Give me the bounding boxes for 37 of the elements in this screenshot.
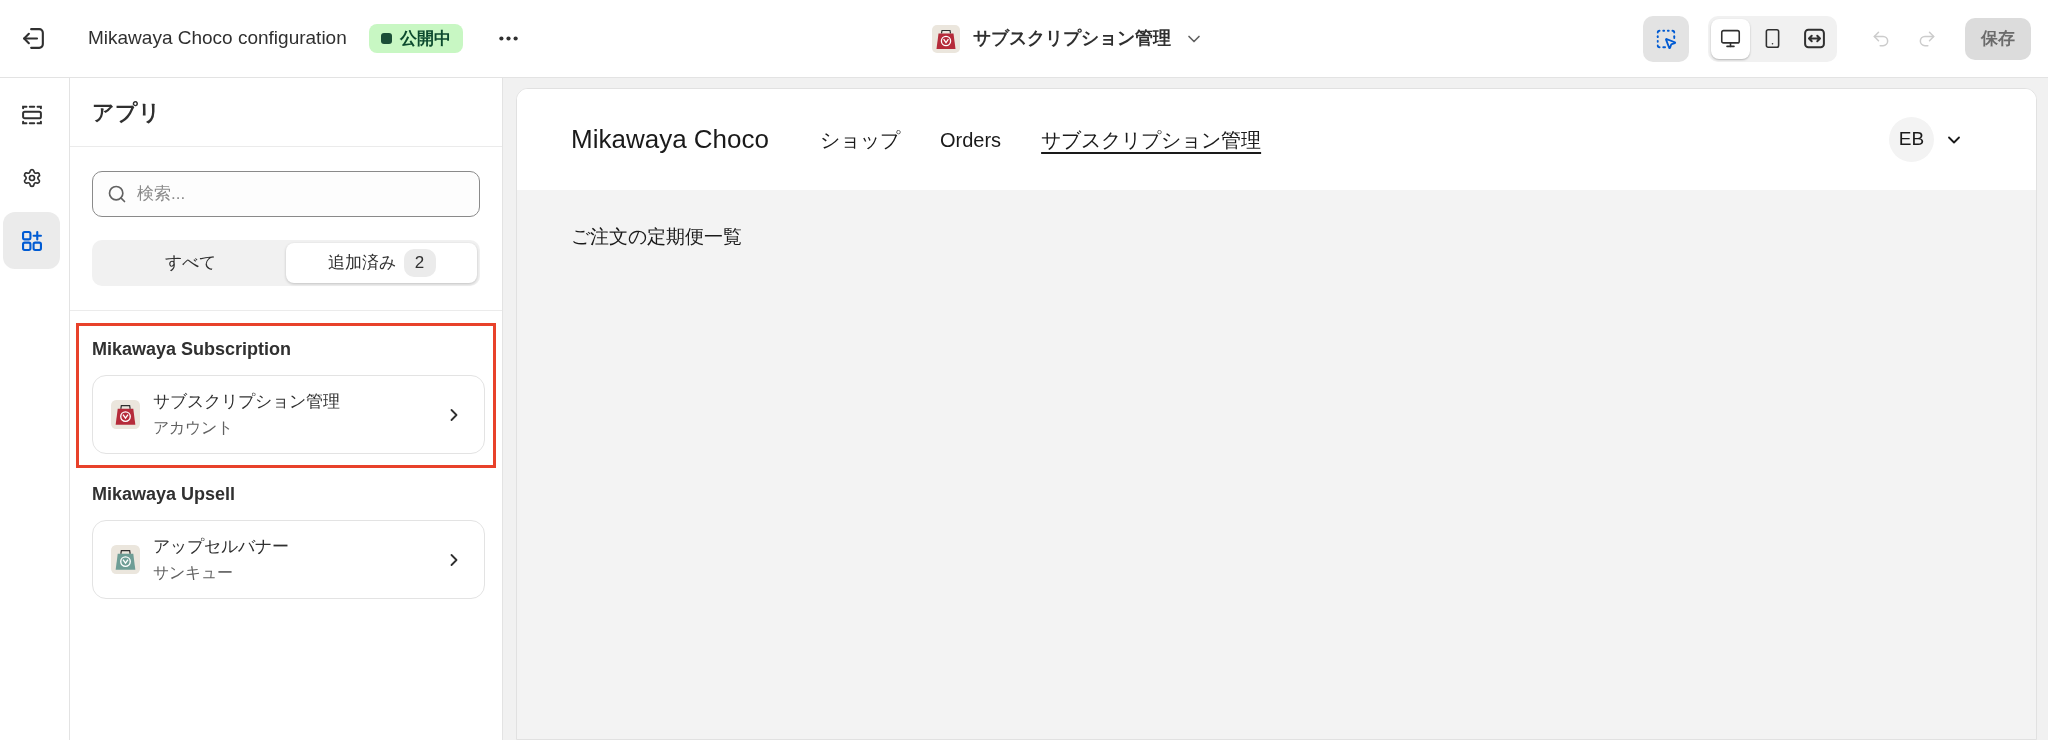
app-group-heading: Mikawaya Upsell xyxy=(92,482,236,506)
horizontal-arrows-icon xyxy=(1804,28,1825,49)
select-cursor-icon xyxy=(1655,27,1677,50)
page-heading: ご注文の定期便一覧 xyxy=(571,226,742,247)
editor-title: Mikawaya Choco configuration xyxy=(88,26,347,51)
app-block-card[interactable]: サブスクリプション管理 アカウント xyxy=(92,375,485,454)
grid-plus-icon xyxy=(21,230,42,251)
app-group-heading: Mikawaya Subscription xyxy=(92,337,292,361)
store-name: Mikawaya Choco xyxy=(571,123,769,156)
monitor-icon xyxy=(1720,28,1741,49)
account-avatar[interactable]: EB xyxy=(1889,117,1934,162)
exit-icon xyxy=(22,28,44,49)
panel-title: アプリ xyxy=(92,98,161,127)
filter-tab[interactable]: 追加済み 2 xyxy=(286,243,477,283)
more-icon xyxy=(499,36,519,41)
page-selector[interactable]: サブスクリプション管理 xyxy=(932,18,1204,59)
app-block-subtitle: アカウント xyxy=(153,418,234,439)
app-block-title: アップセルバナー xyxy=(153,535,290,558)
nav-link[interactable]: Orders xyxy=(940,124,1002,155)
count-badge: 2 xyxy=(403,249,436,277)
inspector-button[interactable] xyxy=(1643,15,1689,62)
filter-tab[interactable]: すべて xyxy=(95,243,286,283)
app-bag-icon xyxy=(111,545,140,574)
app-block-card[interactable]: アップセルバナー サンキュー xyxy=(92,520,485,599)
app-bag-icon xyxy=(932,24,960,53)
search-icon xyxy=(107,184,127,204)
desktop-view-button[interactable] xyxy=(1711,18,1750,59)
nav-link[interactable]: サブスクリプション管理 xyxy=(1041,124,1262,155)
settings-icon xyxy=(21,167,42,188)
status-label: 公開中 xyxy=(399,27,451,50)
layout-sections-icon xyxy=(21,104,42,125)
app-bag-icon xyxy=(111,400,140,429)
app-block-title: サブスクリプション管理 xyxy=(153,390,341,413)
apps-button[interactable] xyxy=(3,212,60,269)
nav-link[interactable]: ショップ xyxy=(820,124,900,155)
search-field[interactable]: 検索... xyxy=(92,171,480,217)
app-block-subtitle: サンキュー xyxy=(153,563,234,584)
